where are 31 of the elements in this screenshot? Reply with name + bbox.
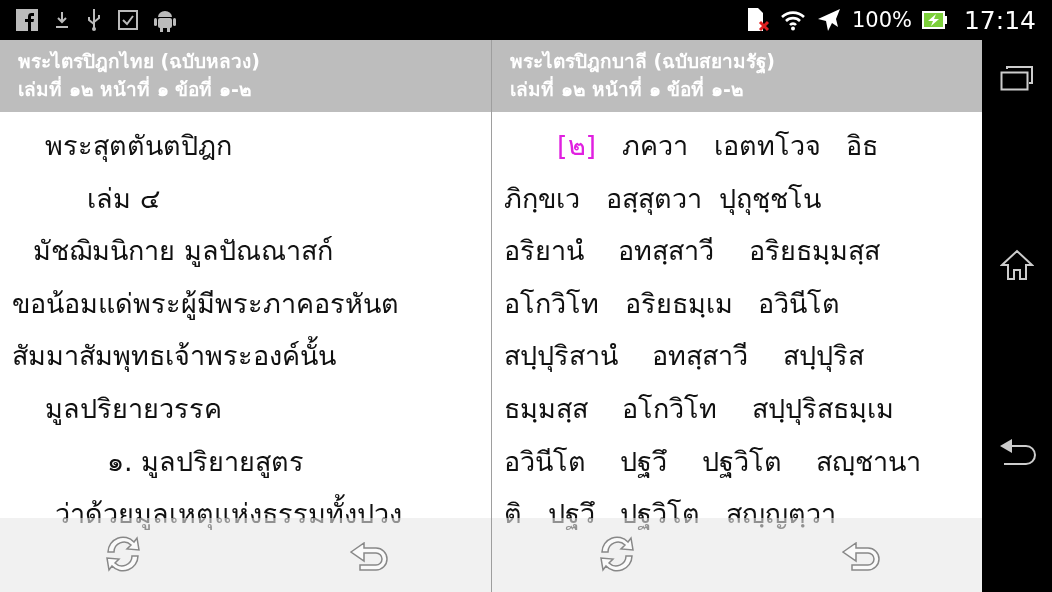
text-line: ภควา เอตทโวจ อิธ [621,130,879,161]
text-line: ติ ปฐวึ ปฐวิโต สญฺญตฺวา [504,498,837,530]
text-line: ธมฺมสฺส อโกวิโท สปฺปุริสธมฺเม [504,392,894,424]
pane-title: พระไตรปิฎกบาลี (ฉบับสยามรัฐ) [510,49,776,75]
text-line: เล่ม ๔ [87,182,160,214]
text-line: อโกวิโท อริยธมฺเม อวินีโต [504,287,841,319]
text-line: ๑. มูลปริยายสูตร [107,445,305,477]
text-line: อวินีโต ปฐวึ ปฐวิโต สญฺชานา [504,445,921,477]
text-line: ภิกฺขเว อสฺสุตวา ปุถุชฺชโน [504,182,821,214]
pane-subtitle: เล่มที่ ๑๒ หน้าที่ ๑ ข้อที่ ๑-๒ [510,75,745,102]
facebook-icon [16,9,38,31]
usb-icon [86,8,102,32]
no-sim-icon [745,7,770,33]
android-icon [154,8,176,32]
text-line: พระสุตตันตปิฎก [45,130,232,161]
text-line: สปฺปุริสานํ อทสฺสาวี สปฺปุริส [504,340,864,372]
battery-percent: 100% [851,8,912,32]
checkbox-icon [118,10,138,30]
download-icon [54,10,70,30]
battery-charging-icon [921,11,948,29]
text-line: มัชฌิมนิกาย มูลปัณณาสก์ [33,235,333,267]
paragraph-number: [๒] [557,130,597,161]
text-line: ขอน้อมแด่พระผู้มีพระภาคอรหันต [12,287,399,319]
text-line: อริยานํ อทสฺสาวี อริยธมฺมสฺส [504,235,880,267]
pane-subtitle: เล่มที่ ๑๒ หน้าที่ ๑ ข้อที่ ๑-๒ [18,75,253,102]
wifi-icon [779,9,806,31]
text-line: มูลปริยายวรรค [45,392,222,424]
pane-title: พระไตรปิฎกไทย (ฉบับหลวง) [18,49,261,75]
undo-icon[interactable] [842,542,880,572]
undo-icon[interactable] [350,542,388,572]
clock-time: 17:14 [963,5,1036,35]
